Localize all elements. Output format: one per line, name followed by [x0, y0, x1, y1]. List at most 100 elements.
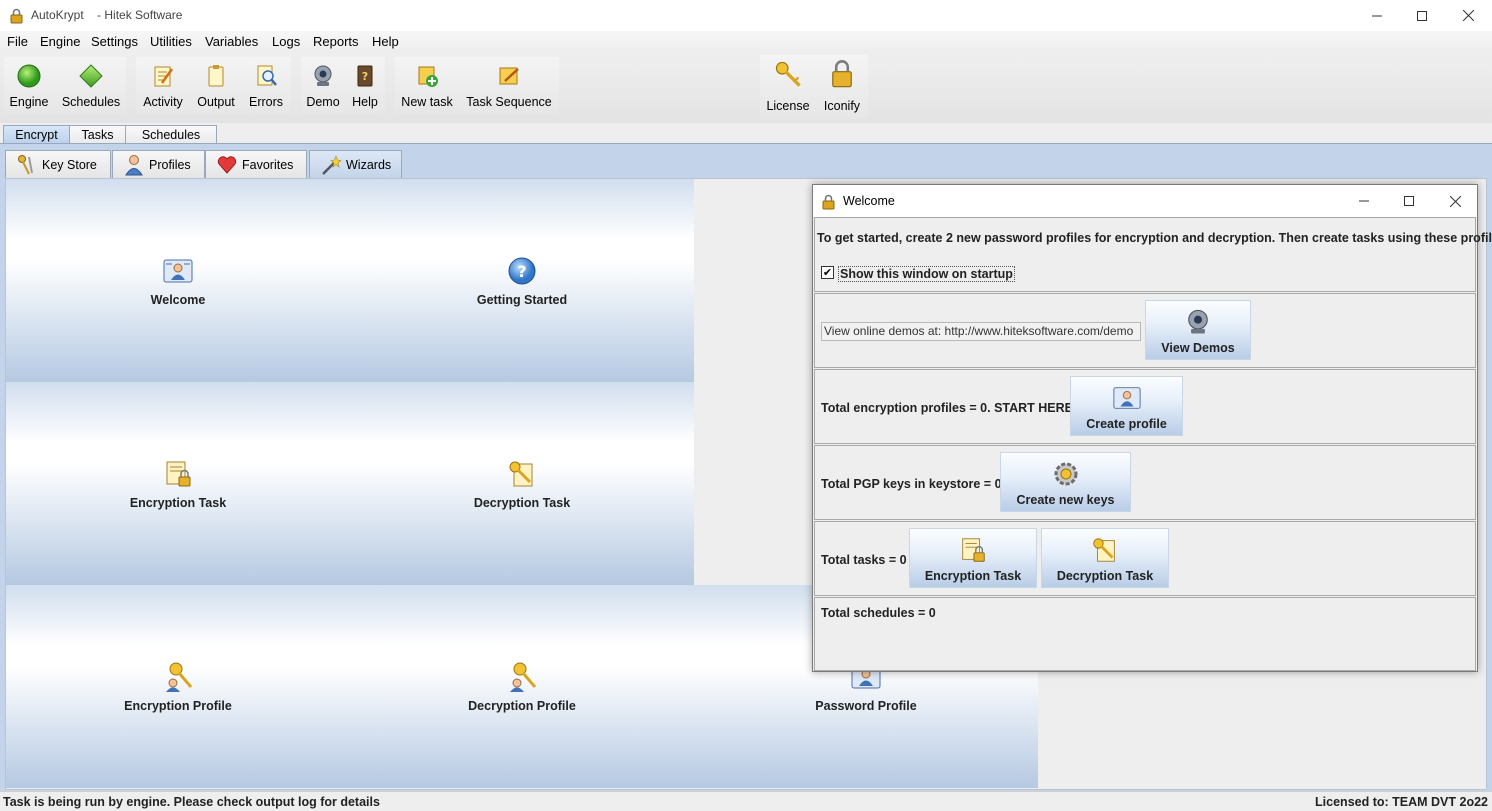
dialog-maximize-button[interactable] — [1386, 185, 1432, 217]
wizard-encryption-task[interactable]: Encryption Task — [6, 382, 350, 585]
schedules-count: Total schedules = 0 — [821, 606, 936, 620]
toolbar-group-tasks: New task Task Sequence — [395, 57, 559, 115]
decryption-task-icon — [1093, 538, 1115, 562]
iconify-button[interactable]: Iconify — [816, 55, 868, 119]
tasks-section: Total tasks = 0 Encryption Task Decrypti… — [814, 521, 1476, 596]
show-on-startup-label[interactable]: Show this window on startup — [838, 266, 1015, 282]
document-magnifier-icon — [257, 65, 277, 86]
demo-url-field[interactable]: View online demos at: http://www.hitekso… — [821, 322, 1141, 341]
tasks-count: Total tasks = 0 — [821, 553, 907, 567]
maximize-icon — [1417, 10, 1427, 21]
status-bar: Task is being run by engine. Please chec… — [0, 791, 1492, 811]
menu-logs[interactable]: Logs — [272, 34, 300, 49]
question-icon: ? — [508, 257, 536, 285]
errors-button[interactable]: Errors — [242, 57, 290, 115]
schedules-section: Total schedules = 0 — [814, 597, 1476, 671]
help-button[interactable]: ? Help — [345, 57, 385, 115]
clipboard-icon — [208, 65, 224, 87]
close-button[interactable] — [1445, 0, 1491, 31]
menu-engine[interactable]: Engine — [40, 34, 80, 49]
decryption-task-button[interactable]: Decryption Task — [1041, 528, 1169, 588]
profile-card-icon — [1112, 387, 1141, 409]
create-new-keys-button[interactable]: Create new keys — [1000, 452, 1131, 512]
minimize-button[interactable] — [1354, 0, 1400, 31]
demos-section: View online demos at: http://www.hitekso… — [814, 293, 1476, 368]
status-message: Task is being run by engine. Please chec… — [3, 795, 380, 809]
encryption-task-button[interactable]: Encryption Task — [909, 528, 1037, 588]
show-on-startup-checkbox[interactable]: ✔ — [821, 266, 834, 279]
notepad-pencil-icon — [154, 66, 174, 87]
license-button[interactable]: License — [760, 55, 816, 119]
padlock-icon — [832, 60, 852, 88]
dialog-close-button[interactable] — [1432, 185, 1478, 217]
license-info: Licensed to: TEAM DVT 2o22 — [1315, 795, 1488, 809]
intro-text: To get started, create 2 new password pr… — [817, 231, 1492, 245]
wizard-welcome[interactable]: Welcome — [6, 179, 350, 382]
demo-button[interactable]: Demo — [301, 57, 345, 115]
sub-tab-strip: Key Store Profiles Favorites Wizards — [0, 148, 1492, 178]
maximize-button[interactable] — [1399, 0, 1445, 31]
profiles-count: Total encryption profiles = 0. START HER… — [821, 401, 1074, 415]
svg-text:?: ? — [362, 70, 368, 83]
close-icon — [1462, 10, 1474, 21]
dialog-minimize-button[interactable] — [1341, 185, 1387, 217]
encryption-profile-icon — [166, 662, 193, 692]
activity-button[interactable]: Activity — [136, 57, 190, 115]
new-task-button[interactable]: New task — [395, 57, 459, 115]
encryption-task-icon — [962, 538, 985, 562]
welcome-dialog: Welcome To get started, create 2 new pas… — [812, 184, 1492, 672]
profiles-section: Total encryption profiles = 0. START HER… — [814, 369, 1476, 444]
menu-utilities[interactable]: Utilities — [150, 34, 192, 49]
green-diamond-icon — [79, 64, 103, 88]
svg-text:?: ? — [517, 262, 526, 281]
webcam-icon — [1188, 309, 1208, 334]
task-sequence-icon — [499, 67, 519, 85]
decryption-profile-icon — [510, 662, 537, 692]
profile-card-icon — [163, 259, 193, 283]
tab-tasks[interactable]: Tasks — [69, 125, 126, 145]
task-sequence-button[interactable]: Task Sequence — [461, 57, 557, 115]
create-profile-button[interactable]: Create profile — [1070, 376, 1183, 436]
toolbar-group-logs: Activity Output Errors — [136, 57, 291, 115]
view-demos-button[interactable]: View Demos — [1145, 300, 1251, 360]
schedules-button[interactable]: Schedules — [58, 57, 124, 115]
wizard-decryption-task[interactable]: Decryption Task — [350, 382, 694, 585]
menu-reports[interactable]: Reports — [313, 34, 359, 49]
menu-settings[interactable]: Settings — [91, 34, 138, 49]
output-button[interactable]: Output — [192, 57, 240, 115]
intro-section: To get started, create 2 new password pr… — [814, 217, 1492, 292]
tab-wizards[interactable]: Wizards — [309, 150, 402, 178]
wizard-encryption-profile[interactable]: Encryption Profile — [6, 585, 350, 788]
person-icon — [125, 155, 143, 176]
new-task-icon — [418, 66, 438, 87]
main-tab-strip: Encrypt Tasks Schedules — [0, 123, 1492, 145]
toolbar: Engine Schedules Activity Output Errors … — [0, 53, 1492, 123]
keys-icon — [18, 155, 33, 175]
tab-encrypt[interactable]: Encrypt — [3, 125, 70, 145]
wizard-decryption-profile[interactable]: Decryption Profile — [350, 585, 694, 788]
maximize-icon — [1404, 196, 1414, 206]
welcome-title: Welcome — [843, 194, 895, 208]
tab-profiles[interactable]: Profiles — [112, 150, 205, 178]
toolbar-group-engine: Engine Schedules — [4, 57, 126, 115]
wizard-getting-started[interactable]: ? Getting Started — [350, 179, 694, 382]
gear-key-icon — [1054, 462, 1077, 486]
engine-button[interactable]: Engine — [4, 57, 54, 115]
pgp-keys-section: Total PGP keys in keystore = 0 Create ne… — [814, 445, 1476, 520]
window-title: AutoKrypt - Hitek Software — [31, 8, 183, 22]
webcam-icon — [314, 65, 332, 86]
title-bar: AutoKrypt - Hitek Software — [0, 0, 1492, 31]
tab-schedules[interactable]: Schedules — [125, 125, 217, 145]
tab-key-store[interactable]: Key Store — [5, 150, 111, 178]
magic-wand-icon — [322, 155, 342, 175]
tab-favorites[interactable]: Favorites — [205, 150, 307, 178]
menu-help[interactable]: Help — [372, 34, 399, 49]
heart-icon — [217, 156, 237, 174]
menu-file[interactable]: File — [7, 34, 28, 49]
welcome-title-bar: Welcome — [813, 185, 1477, 217]
app-lock-icon — [10, 8, 23, 24]
green-circle-icon — [17, 64, 41, 88]
menu-variables[interactable]: Variables — [205, 34, 258, 49]
menu-bar: File Engine Settings Utilities Variables… — [0, 31, 1492, 53]
minimize-icon — [1372, 15, 1382, 16]
